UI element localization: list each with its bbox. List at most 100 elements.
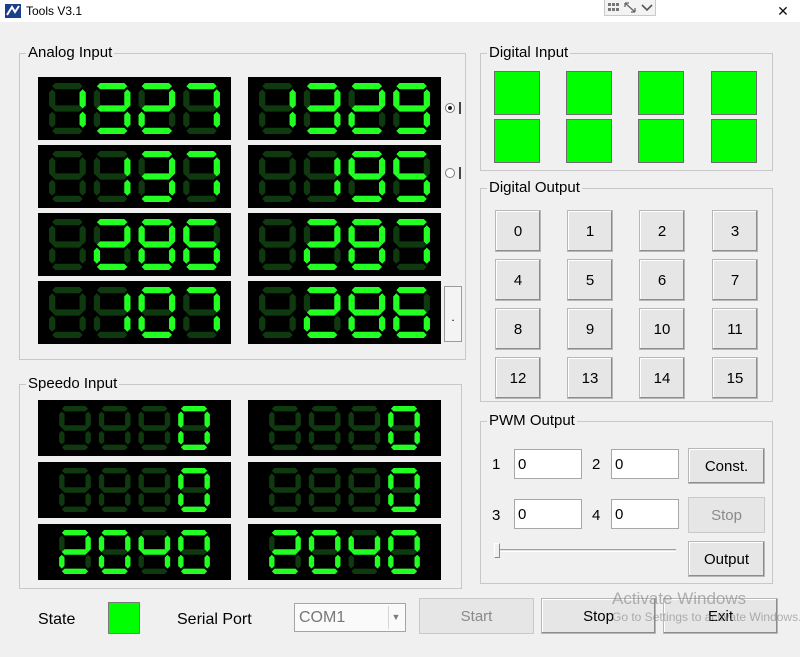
chevron-down-icon[interactable] [640, 1, 654, 14]
analog-display-6-digit-3-seg-e [393, 247, 400, 264]
digital-output-button-5[interactable]: 5 [567, 259, 613, 301]
speedo-display-2-digit-2-seg-d [351, 444, 378, 450]
speedo-display-6-digit-3-seg-a [390, 530, 418, 536]
pwm-slider-thumb[interactable] [494, 543, 500, 558]
digital-output-button-15[interactable]: 15 [712, 357, 758, 399]
speedo-display-5-digit-0-seg-d [61, 568, 89, 574]
speedo-display-1-digit-2-seg-d [141, 444, 168, 450]
analog-display-4-digit-1-seg-b [334, 157, 341, 177]
analog-display-6-digit-2-seg-c [378, 247, 386, 264]
analog-display-8-digit-0-seg-e [259, 315, 266, 332]
speedo-display-5-digit-2-seg-a [141, 530, 168, 536]
speedo-display-3-svg [59, 468, 210, 512]
digital-output-button-12[interactable]: 12 [495, 357, 541, 399]
analog-display-1-digit-0-seg-a [52, 83, 83, 90]
digital-output-button-11[interactable]: 11 [712, 308, 758, 350]
speedo-display-3-digit-3-seg-f [178, 473, 184, 490]
analog-display-2 [248, 77, 441, 140]
digital-output-button-4[interactable]: 4 [495, 259, 541, 301]
pwm-channel-4-label: 4 [592, 507, 601, 524]
speedo-display-2-digit-2-seg-a [351, 406, 378, 412]
pwm-const-button[interactable]: Const. [688, 448, 765, 484]
analog-display-7-digit-3-seg-d [186, 331, 217, 338]
digital-output-button-10[interactable]: 10 [639, 308, 685, 350]
digital-output-button-3[interactable]: 3 [712, 210, 758, 252]
analog-display-4-svg [259, 151, 430, 202]
digital-output-button-7[interactable]: 7 [712, 259, 758, 301]
analog-display-8-digit-1-seg-g [306, 309, 338, 316]
close-button[interactable]: ✕ [766, 0, 800, 22]
analog-display-1-digit-0-seg-e [49, 111, 56, 128]
analog-display-5-digit-2-seg-b [168, 225, 176, 245]
expand-icon[interactable] [623, 1, 637, 14]
analog-display-4-digit-3-seg-f [393, 157, 400, 177]
analog-display-6-digit-0-seg-d [262, 263, 293, 270]
analog-display-8-digit-1-seg-c [334, 315, 341, 332]
pwm-stop-button[interactable]: Stop [688, 497, 765, 533]
pwm-channel-1-input[interactable] [514, 449, 582, 479]
speedo-display-5-digit-2-seg-c [164, 554, 171, 569]
pwm-channel-2-input[interactable] [611, 449, 679, 479]
speedo-display-3-digit-3-seg-c [204, 492, 210, 507]
pwm-channel-4-input[interactable] [611, 499, 679, 529]
digital-output-button-6[interactable]: 6 [639, 259, 685, 301]
speedo-display-4-digit-2-seg-f [348, 473, 354, 490]
analog-display-6-digit-2-seg-d [351, 263, 383, 270]
digital-output-button-14[interactable]: 14 [639, 357, 685, 399]
speedo-display-2-digit-3-seg-e [388, 430, 394, 445]
dropdown-arrow-icon[interactable]: ▼ [388, 606, 403, 629]
analog-display-8-digit-1-seg-a [306, 287, 338, 294]
analog-display-1-digit-1-seg-g [96, 105, 128, 112]
start-button[interactable]: Start [419, 598, 534, 634]
speedo-display-5-digit-3-seg-b [204, 535, 210, 552]
analog-mode-radio-2[interactable] [445, 168, 455, 178]
speedo-display-1-digit-0-seg-b [85, 411, 91, 428]
analog-display-7-digit-3-seg-f [183, 293, 190, 313]
speedo-display-3-digit-2-seg-b [164, 473, 171, 490]
grid-icon[interactable] [607, 1, 621, 14]
analog-display-4-digit-2-seg-a [351, 151, 383, 158]
speedo-display-4-digit-0-seg-c [295, 492, 301, 507]
speedo-display-1-digit-1-seg-c [125, 430, 131, 445]
analog-display-2-digit-3-seg-f [393, 89, 400, 109]
analog-display-6-digit-1-seg-d [306, 263, 338, 270]
speedo-display-6 [248, 524, 441, 580]
activation-watermark-title: Activate Windows [612, 589, 747, 608]
digital-output-button-13[interactable]: 13 [567, 357, 613, 399]
speedo-display-5-digit-3-seg-a [180, 530, 208, 536]
analog-display-3-digit-1-seg-d [96, 195, 128, 202]
speedo-display-6-digit-0-seg-a [271, 530, 299, 536]
speedo-display-6-digit-1-seg-a [311, 530, 338, 536]
analog-display-4-digit-0-seg-e [259, 179, 266, 196]
digital-output-button-2[interactable]: 2 [639, 210, 685, 252]
pwm-output-button[interactable]: Output [688, 541, 765, 577]
pwm-slider-track[interactable] [496, 549, 676, 552]
analog-display-1-digit-2-seg-e [138, 111, 145, 128]
analog-display-1-digit-1-seg-a [96, 83, 128, 90]
analog-side-button[interactable]: . [444, 286, 462, 342]
speedo-display-5 [38, 524, 231, 580]
speedo-display-1-digit-3-seg-c [204, 430, 210, 445]
speedo-display-2-digit-1-seg-c [335, 430, 341, 445]
speedo-display-2-digit-1-seg-e [308, 430, 315, 445]
digital-output-button-1[interactable]: 1 [567, 210, 613, 252]
analog-display-2-digit-2-seg-d [351, 127, 383, 134]
speedo-display-6-digit-0-seg-e [269, 554, 275, 569]
analog-display-2-digit-0-seg-d [262, 127, 293, 134]
digital-output-button-9[interactable]: 9 [567, 308, 613, 350]
speedo-display-3-digit-0-seg-b [85, 473, 91, 490]
activation-watermark-subtitle: Go to Settings to activate Windows. [612, 610, 800, 624]
analog-display-7-digit-0-seg-f [49, 293, 56, 313]
digital-output-button-8[interactable]: 8 [495, 308, 541, 350]
serial-port-select[interactable]: COM1 ▼ [294, 603, 406, 632]
analog-display-4-digit-0-seg-f [259, 157, 266, 177]
speedo-display-6-digit-1-seg-f [308, 535, 315, 552]
analog-display-8-digit-3-seg-g [396, 309, 427, 316]
analog-mode-radio-1[interactable] [445, 103, 455, 113]
pwm-channel-3-input[interactable] [514, 499, 582, 529]
analog-display-4-digit-1-seg-a [306, 151, 338, 158]
speedo-display-6-digit-3-seg-b [414, 535, 420, 552]
analog-display-7-digit-0-seg-d [52, 331, 83, 338]
digital-output-button-0[interactable]: 0 [495, 210, 541, 252]
analog-display-8-svg [259, 287, 430, 338]
